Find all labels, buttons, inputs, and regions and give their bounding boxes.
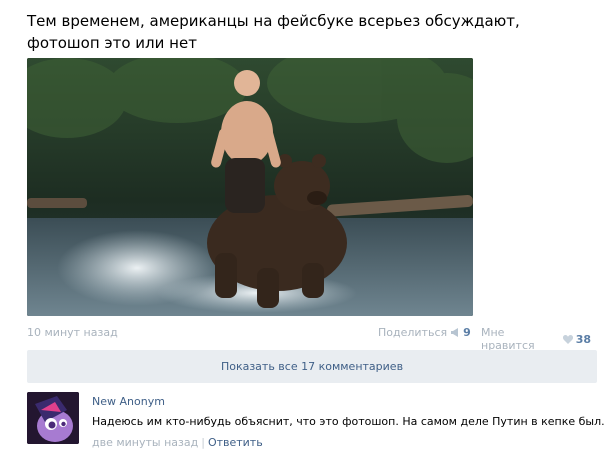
- separator: |: [201, 436, 205, 449]
- megaphone-icon: [450, 328, 460, 337]
- comment-time[interactable]: две минуты назад: [92, 436, 198, 449]
- post-text-line-2: фотошоп это или нет: [27, 34, 197, 52]
- share-button[interactable]: Поделиться 9: [378, 326, 471, 339]
- heart-icon: [562, 334, 573, 344]
- post-text-line-1: Тем временем, американцы на фейсбуке все…: [27, 12, 520, 30]
- like-count: 38: [575, 332, 591, 346]
- post-text: Тем временем, американцы на фейсбуке все…: [27, 10, 587, 54]
- show-all-comments-button[interactable]: Показать все 17 комментариев: [27, 350, 597, 383]
- comment-text: Надеюсь им кто-нибудь объяснит, что это …: [92, 415, 604, 428]
- comment-meta: две минуты назад | Ответить: [92, 436, 263, 449]
- reply-button[interactable]: Ответить: [208, 436, 263, 449]
- avatar[interactable]: [27, 392, 79, 444]
- comment-author[interactable]: New Anonym: [92, 395, 165, 408]
- share-count: 9: [463, 326, 471, 339]
- post-photo[interactable]: [27, 58, 473, 316]
- post-meta: 10 минут назад Поделиться 9 Мне нравится…: [27, 325, 591, 352]
- show-all-comments-label: Показать все 17 комментариев: [220, 360, 404, 373]
- comment: New Anonym Надеюсь им кто-нибудь объясни…: [27, 392, 604, 450]
- post-time[interactable]: 10 минут назад: [27, 326, 118, 339]
- like-label: Мне нравится: [481, 326, 535, 352]
- share-label: Поделиться: [378, 326, 448, 339]
- like-button[interactable]: Мне нравится 38: [481, 326, 591, 352]
